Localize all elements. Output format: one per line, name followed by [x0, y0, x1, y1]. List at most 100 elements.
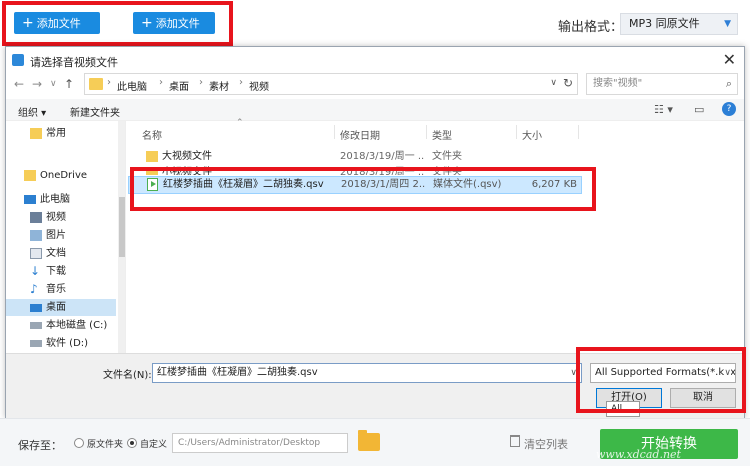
folder-icon: [89, 78, 103, 90]
trash-icon: [510, 435, 520, 447]
nav-label: 桌面: [46, 302, 66, 313]
clear-list-button[interactable]: 清空列表: [524, 436, 568, 452]
chevron-right-icon: ›: [239, 77, 243, 88]
organize-button[interactable]: 组织 ▾: [18, 104, 46, 119]
browse-folder-icon[interactable]: [358, 430, 380, 451]
radio-custom-label: 自定义: [140, 440, 168, 450]
filename-value: 红楼梦插曲《枉凝眉》二胡独奏.qsv: [157, 367, 318, 378]
forward-arrow-icon[interactable]: →: [32, 77, 42, 91]
column-divider[interactable]: [578, 125, 579, 139]
breadcrumb-item[interactable]: 视频: [249, 78, 269, 93]
cloud-folder-icon: [24, 170, 36, 181]
column-divider[interactable]: [516, 125, 517, 139]
address-bar[interactable]: › 此电脑 › 桌面 › 素材 › 视频 ∨ ↻: [84, 73, 578, 95]
picture-folder-icon: [30, 230, 42, 241]
nav-label: 本地磁盘 (C:): [46, 320, 108, 331]
radio-original-folder[interactable]: [74, 438, 84, 448]
refresh-icon[interactable]: ↻: [563, 76, 573, 90]
nav-label: 音乐: [46, 284, 66, 295]
nav-item-desktop[interactable]: 桌面: [6, 299, 116, 316]
nav-item-pictures[interactable]: 图片: [6, 227, 116, 244]
nav-label: 视频: [46, 212, 66, 223]
file-date: 2018/3/19/周一 ...: [340, 151, 424, 162]
app-icon: [12, 54, 24, 66]
breadcrumb-item[interactable]: 桌面: [169, 78, 189, 93]
column-divider[interactable]: [334, 125, 335, 139]
nav-item-quick-access[interactable]: 常用: [6, 125, 116, 142]
document-folder-icon: [30, 248, 42, 259]
up-arrow-icon[interactable]: ↑: [64, 77, 74, 91]
download-icon: ↓: [30, 264, 41, 278]
close-icon[interactable]: ✕: [723, 50, 736, 69]
highlight-box-add-buttons: [2, 1, 233, 46]
dialog-title-bar: 请选择音视频文件 ✕: [6, 47, 744, 73]
output-format-value: MP3 同原文件: [629, 17, 700, 30]
search-placeholder: 搜索"视频": [593, 78, 643, 89]
folder-icon: [30, 128, 42, 139]
nav-item-drive-d[interactable]: 软件 (D:): [6, 335, 116, 352]
nav-item-documents[interactable]: 文档: [6, 245, 116, 262]
highlight-box-open-button: [576, 347, 746, 413]
video-folder-icon: [30, 212, 42, 223]
new-folder-button[interactable]: 新建文件夹: [70, 104, 120, 119]
desktop-icon: [30, 304, 42, 312]
breadcrumb-item[interactable]: 此电脑: [117, 78, 147, 93]
output-format-select[interactable]: MP3 同原文件 ▼: [620, 13, 738, 35]
breadcrumb-item[interactable]: 素材: [209, 78, 229, 93]
nav-label: 常用: [46, 128, 66, 139]
output-path-input[interactable]: C:/Users/Administrator/Desktop: [172, 433, 348, 453]
nav-item-this-pc[interactable]: 此电脑: [6, 191, 116, 208]
dialog-title: 请选择音视频文件: [30, 56, 118, 69]
nav-label: 下载: [46, 266, 66, 277]
radio-original-label: 原文件夹: [87, 440, 124, 450]
nav-item-videos[interactable]: 视频: [6, 209, 116, 226]
nav-label: OneDrive: [40, 170, 88, 181]
chevron-down-icon: ▼: [724, 19, 731, 29]
filename-input[interactable]: 红楼梦插曲《枉凝眉》二胡独奏.qsv ∨: [152, 363, 582, 383]
filename-label: 文件名(N):: [103, 370, 152, 381]
search-icon: ⌕: [725, 77, 732, 90]
preview-pane-icon[interactable]: ▭: [694, 103, 704, 116]
scrollbar-thumb[interactable]: [119, 197, 125, 257]
chevron-right-icon: ›: [199, 77, 203, 88]
nav-label: 软件 (D:): [46, 338, 89, 349]
column-divider[interactable]: [426, 125, 427, 139]
nav-item-downloads[interactable]: ↓ 下载: [6, 263, 116, 280]
file-name: 大视频文件: [162, 151, 212, 162]
address-row: ← → ∨ ↑ › 此电脑 › 桌面 › 素材 › 视频 ∨ ↻ 搜索"视频" …: [6, 73, 744, 97]
nav-item-music[interactable]: ♪ 音乐: [6, 281, 116, 298]
help-icon[interactable]: ?: [722, 102, 736, 116]
file-row[interactable]: 大视频文件 2018/3/19/周一 ... 文件夹: [128, 149, 582, 165]
sort-ascending-icon: ⌃: [236, 118, 244, 128]
save-to-label: 保存至：: [18, 439, 62, 452]
view-options-icon[interactable]: ☷ ▾: [654, 103, 673, 116]
drive-icon: [30, 340, 42, 347]
nav-label: 文档: [46, 248, 66, 259]
command-bar: 组织 ▾ 新建文件夹 ☷ ▾ ▭ ?: [6, 99, 744, 121]
radio-custom-folder[interactable]: [127, 438, 137, 448]
nav-scrollbar[interactable]: [118, 121, 125, 353]
music-icon: ♪: [30, 282, 38, 296]
nav-label: 此电脑: [40, 194, 70, 205]
computer-icon: [24, 195, 36, 204]
chevron-right-icon: ›: [159, 77, 163, 88]
file-type: 文件夹: [432, 151, 462, 162]
nav-item-onedrive[interactable]: OneDrive: [6, 167, 116, 184]
nav-item-drive-c[interactable]: 本地磁盘 (C:): [6, 317, 116, 334]
chevron-down-icon[interactable]: ∨: [50, 79, 57, 89]
nav-label: 图片: [46, 230, 66, 241]
chevron-down-icon[interactable]: ∨: [550, 78, 557, 88]
column-header-type[interactable]: 类型: [432, 127, 452, 142]
drive-icon: [30, 322, 42, 329]
watermark-text: www.xdcad.net: [596, 448, 681, 461]
back-arrow-icon[interactable]: ←: [14, 77, 24, 91]
highlight-box-selected-file: [130, 167, 596, 211]
folder-icon: [146, 151, 158, 162]
chevron-right-icon: ›: [107, 77, 111, 88]
column-header-date[interactable]: 修改日期: [340, 127, 380, 142]
column-header-size[interactable]: 大小: [522, 127, 542, 142]
column-header-name[interactable]: 名称: [142, 127, 162, 142]
output-format-label: 输出格式：: [558, 20, 624, 35]
search-input[interactable]: 搜索"视频" ⌕: [586, 73, 738, 95]
file-list: ⌃ 名称 修改日期 类型 大小 大视频文件 2018/3/19/周一 ... 文…: [128, 118, 742, 353]
